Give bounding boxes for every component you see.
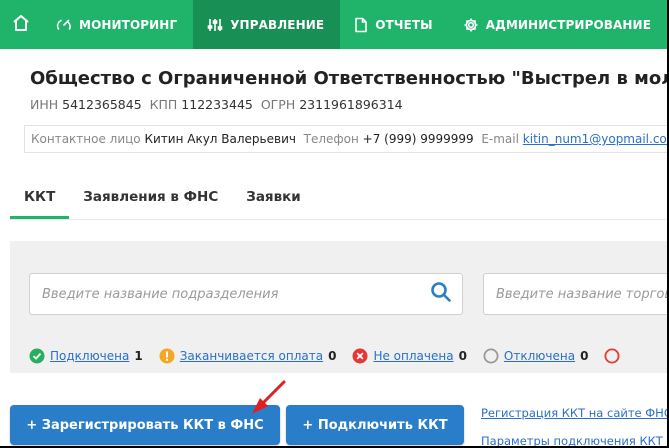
status-link[interactable]: Не оплачена [373, 349, 453, 363]
contact-label: Контактное лицо [31, 132, 141, 146]
nav-label: УПРАВЛЕНИЕ [230, 17, 325, 32]
division-search-input[interactable]: Введите название подразделения [29, 273, 463, 315]
status-link[interactable]: Отключена [504, 349, 575, 363]
status-not-paid[interactable]: Не оплачена 0 [352, 348, 467, 364]
empty-circle-icon [483, 348, 499, 364]
contact-info: Контактное лицо Китин Акул Валерьевич Те… [24, 125, 667, 153]
nav-monitoring[interactable]: МОНИТОРИНГ [42, 0, 193, 49]
document-icon [354, 17, 368, 33]
close-circle-icon [352, 348, 368, 364]
ogrn-label: ОГРН [260, 97, 296, 112]
status-disconnected[interactable]: Отключена 0 [483, 348, 589, 364]
kpp-label: КПП [149, 97, 178, 112]
home-icon [11, 13, 31, 37]
gear-icon [463, 17, 479, 33]
sliders-icon [207, 17, 223, 33]
nav-management[interactable]: УПРАВЛЕНИЕ [193, 0, 341, 49]
app-frame: МОНИТОРИНГ УПРАВЛЕНИЕ ОТЧЕТЫ АДМИНИСТРИР… [0, 0, 667, 446]
kpp-value: 112233445 [181, 97, 253, 112]
email-label: E-mail [481, 132, 519, 146]
status-connected[interactable]: Подключена 1 [29, 348, 143, 364]
tab-fns-applications[interactable]: Заявления в ФНС [69, 183, 232, 219]
email-link[interactable]: kitin_num1@yopmail.com [523, 132, 667, 146]
status-count: 0 [458, 349, 467, 363]
nav-administration[interactable]: АДМИНИСТРИРОВАНИЕ [449, 0, 667, 49]
tab-kkt[interactable]: ККТ [10, 183, 70, 219]
connect-kkt-button[interactable]: + Подключить ККТ [286, 405, 464, 445]
division-search-placeholder: Введите название подразделения [42, 286, 279, 302]
page-title: Общество с Ограниченной Ответственностью… [30, 68, 667, 89]
status-count: 0 [580, 349, 589, 363]
dashboard-icon [56, 17, 72, 33]
top-navigation: МОНИТОРИНГ УПРАВЛЕНИЕ ОТЧЕТЫ АДМИНИСТРИР… [0, 0, 667, 49]
home-button[interactable] [0, 0, 42, 49]
annotation-arrow-icon [252, 380, 286, 414]
store-search-input[interactable]: Введите название торгов [483, 273, 667, 315]
check-circle-icon [29, 348, 45, 364]
phone-label: Телефон [303, 132, 359, 146]
empty-circle-red-icon [604, 348, 620, 364]
connection-params-link[interactable]: Параметры подключения ККТ [481, 434, 663, 446]
status-payment-ending[interactable]: Заканчивается оплата 0 [159, 348, 337, 364]
warning-circle-icon [159, 348, 175, 364]
register-on-fns-link[interactable]: Регистрация ККТ на сайте ФНС [481, 406, 667, 420]
company-ids: ИНН 5412365845 КПП 112233445 ОГРН 231196… [30, 97, 403, 112]
status-filters: Подключена 1 Заканчивается оплата 0 Не о… [29, 347, 641, 365]
inn-label: ИНН [30, 97, 59, 112]
contact-value: Китин Акул Валерьевич [144, 132, 296, 146]
ogrn-value: 2311961896314 [299, 97, 403, 112]
status-count: 1 [134, 349, 143, 363]
status-link[interactable]: Подключена [50, 349, 129, 363]
store-search-placeholder: Введите название торгов [496, 286, 667, 302]
phone-value: +7 (999) 9999999 [362, 132, 474, 146]
nav-label: МОНИТОРИНГ [79, 17, 178, 32]
division-search-button[interactable] [420, 274, 462, 314]
nav-label: ОТЧЕТЫ [375, 17, 433, 32]
nav-label: АДМИНИСТРИРОВАНИЕ [485, 17, 651, 32]
status-other[interactable] [604, 348, 625, 364]
search-icon [430, 281, 452, 307]
status-count: 0 [328, 349, 337, 363]
inn-value: 5412365845 [62, 97, 142, 112]
tab-bar: ККТ Заявления в ФНС Заявки [10, 183, 315, 219]
nav-reports[interactable]: ОТЧЕТЫ [340, 0, 449, 49]
tabs-divider [10, 219, 667, 220]
status-link[interactable]: Заканчивается оплата [180, 349, 323, 363]
tab-requests[interactable]: Заявки [232, 183, 315, 219]
